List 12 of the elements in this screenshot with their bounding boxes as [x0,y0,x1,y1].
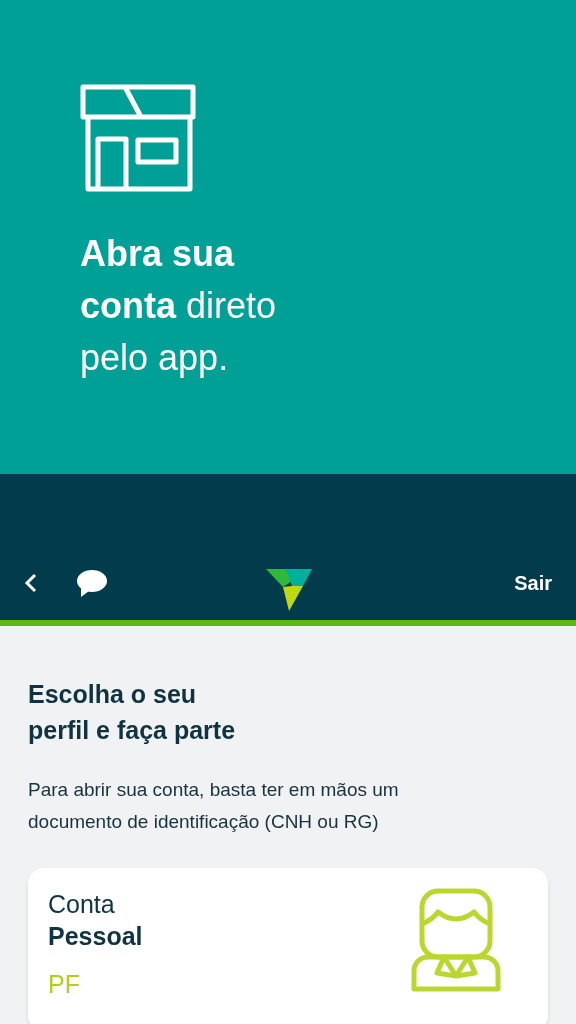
store-icon [80,84,196,192]
logout-button[interactable]: Sair [514,568,552,598]
logo-icon [265,568,313,612]
hero-headline: Abra sua conta direto pelo app. [80,232,278,380]
back-icon [24,572,38,594]
chat-icon [76,569,108,597]
card-title: Conta [48,889,116,920]
card-subtitle: Pessoal [48,921,143,952]
card-code: PF [48,969,81,1000]
section-description: Para abrir sua conta, basta ter em mãos um documento de identificação (CNH ou RG) [28,778,400,834]
section-title: Escolha o seu perfil e faça parte [28,679,237,746]
profile-card[interactable]: Conta Pessoal PF [28,868,548,1024]
